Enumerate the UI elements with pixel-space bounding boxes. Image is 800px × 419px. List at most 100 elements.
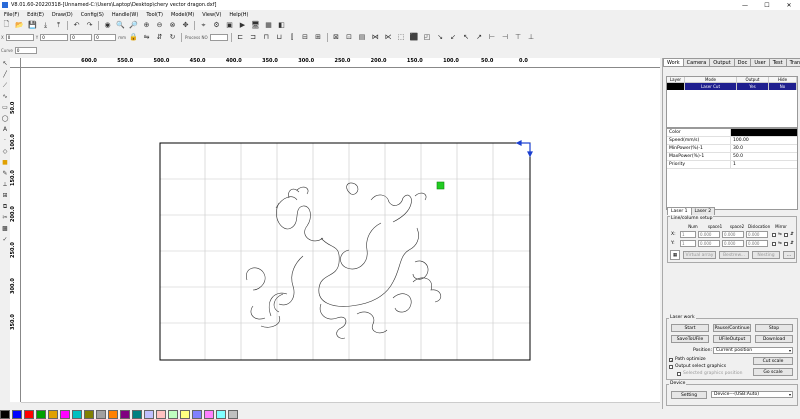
text-icon[interactable]: A [1,124,10,135]
zoom-fit-icon[interactable]: ◉ [102,20,113,30]
layer-color-swatch[interactable] [0,409,10,419]
max-power-value[interactable]: 50.0 [731,153,797,160]
height-input[interactable]: 0 [94,33,117,41]
priority-value[interactable]: 1 [731,161,797,168]
start-button[interactable]: Start [671,324,709,332]
dimension-icon[interactable]: ⊥ [526,32,537,42]
array-y-mirror-v-checkbox[interactable]: ⇵ [784,241,794,246]
output-select-checkbox[interactable]: Output select graphics [669,364,726,369]
selected-graphics-checkbox[interactable]: Selected graphics position [677,371,742,376]
tab-transform[interactable]: Transform [785,58,800,66]
maximize-button[interactable]: ☐ [756,0,778,10]
menu-edit[interactable]: Edit(E) [23,12,48,18]
tab-laser-1[interactable]: Laser 1 [667,207,692,215]
line-icon[interactable]: ╱ [1,69,10,80]
array-x-num[interactable]: 1 [680,231,696,238]
layer-color-swatch[interactable] [168,409,178,419]
go-scale-button[interactable]: Go scale [753,368,793,376]
array-icon[interactable]: ⊞ [1,190,10,201]
array-x-dislocation[interactable]: 0.000 [746,231,768,238]
zoom-select-icon[interactable]: ⊖ [154,20,165,30]
laser-head-position[interactable] [436,181,445,190]
layer-color-swatch[interactable] [96,409,106,419]
bestrew-button[interactable]: Bestrew... [719,251,749,259]
marker-icon[interactable]: ■ [1,157,10,168]
position-select[interactable]: Current position [713,347,793,354]
horizontal-scrollbar[interactable] [21,402,660,409]
menu-view[interactable]: View(V) [198,12,225,18]
monitor-icon[interactable]: 🖥 [250,20,261,30]
distribute-h-icon[interactable]: ⋈ [370,32,381,42]
min-power-value[interactable]: 30.0 [731,145,797,152]
grid-icon[interactable]: ▦ [263,20,274,30]
align-right-icon[interactable]: ⊐ [248,32,259,42]
save-to-ufile-button[interactable]: SaveToUFile [671,335,709,343]
layer-color-swatch[interactable] [156,409,166,419]
array-y-num[interactable]: 1 [680,240,696,247]
array-x-mirror-checkbox[interactable]: ⇋ [772,232,782,237]
dimension-icon[interactable]: ⊤ [513,32,524,42]
zoom-out-icon[interactable]: 🔎 [128,20,139,30]
curve-icon[interactable]: ∿ [1,91,10,102]
menu-handle[interactable]: Handle(W) [108,12,142,18]
menu-config[interactable]: Config(S) [77,12,108,18]
layer-color-swatch[interactable] [36,409,46,419]
menu-file[interactable]: File(F) [0,12,23,18]
menu-tool[interactable]: Tool(T) [142,12,167,18]
layer-color-swatch[interactable] [12,409,22,419]
layer-color-swatch[interactable] [204,409,214,419]
polyline-icon[interactable]: ⟋ [1,80,10,91]
same-width-icon[interactable]: ⊠ [331,32,342,42]
work-canvas[interactable] [21,68,660,402]
menu-help[interactable]: Help(H) [225,12,252,18]
device-setting-button[interactable]: Setting [671,391,707,399]
mirror-v-icon[interactable]: ⇵ [154,32,165,42]
array-x-space1[interactable]: 0.000 [698,231,720,238]
layer-color-swatch[interactable] [144,409,154,419]
align-bottom-icon[interactable]: ⊔ [274,32,285,42]
download-button[interactable]: Download [755,335,793,343]
align-left-icon[interactable]: ⊏ [235,32,246,42]
table-row[interactable]: Laser Cut Yes No [667,83,797,90]
layer-color-swatch[interactable] [132,409,142,419]
redo-icon[interactable]: ↷ [84,20,95,30]
stop-button[interactable]: Stop [755,324,793,332]
lock-ratio-icon[interactable]: 🔒 [128,32,139,42]
same-size-icon[interactable]: ▤ [357,32,368,42]
layer-color-swatch[interactable] [216,409,226,419]
distribute-v-icon[interactable]: ⋉ [383,32,394,42]
dimension-icon[interactable]: ⊣ [500,32,511,42]
dimension-icon[interactable]: ⊢ [487,32,498,42]
align-top-icon[interactable]: ⊓ [261,32,272,42]
pan-icon[interactable]: ✥ [180,20,191,30]
menu-draw[interactable]: Draw(D) [48,12,77,18]
tab-test[interactable]: Test [768,58,787,66]
layer-color-swatch[interactable] [180,409,190,419]
zoom-all-icon[interactable]: ⊗ [167,20,178,30]
path-optimize-checkbox[interactable]: ✓ Path optimize [669,357,706,362]
align-center-icon[interactable]: ⊞ [313,32,324,42]
more-array-button[interactable]: ... [783,251,795,259]
cut-scale-button[interactable]: Cut scale [753,357,793,365]
speed-value[interactable]: 100.00 [731,137,797,144]
dragon-vector-graphic[interactable] [245,182,442,339]
tab-laser-2[interactable]: Laser 2 [690,207,716,215]
array-x-mirror-v-checkbox[interactable]: ⇵ [784,232,794,237]
nesting-button[interactable]: Nesting [752,251,780,259]
pause-continue-button[interactable]: Pause/Continue [713,324,751,332]
open-file-icon[interactable]: 📂 [14,20,25,30]
color-value[interactable] [731,129,797,136]
menu-model[interactable]: Model(M) [167,12,198,18]
array-y-space1[interactable]: 0.000 [698,240,720,247]
select-icon[interactable]: ↖ [1,58,10,69]
layer-color-swatch[interactable] [84,409,94,419]
simulate-icon[interactable]: ▶ [237,20,248,30]
arrow-icon[interactable]: ↗ [474,32,485,42]
minimize-button[interactable]: — [734,0,756,10]
arrow-icon[interactable]: ↖ [461,32,472,42]
layer-color-swatch[interactable] [24,409,34,419]
export-icon[interactable]: ⤒ [53,20,64,30]
save-icon[interactable]: 💾 [27,20,38,30]
layer-color-swatch[interactable] [120,409,130,419]
layer-color-swatch[interactable] [60,409,70,419]
